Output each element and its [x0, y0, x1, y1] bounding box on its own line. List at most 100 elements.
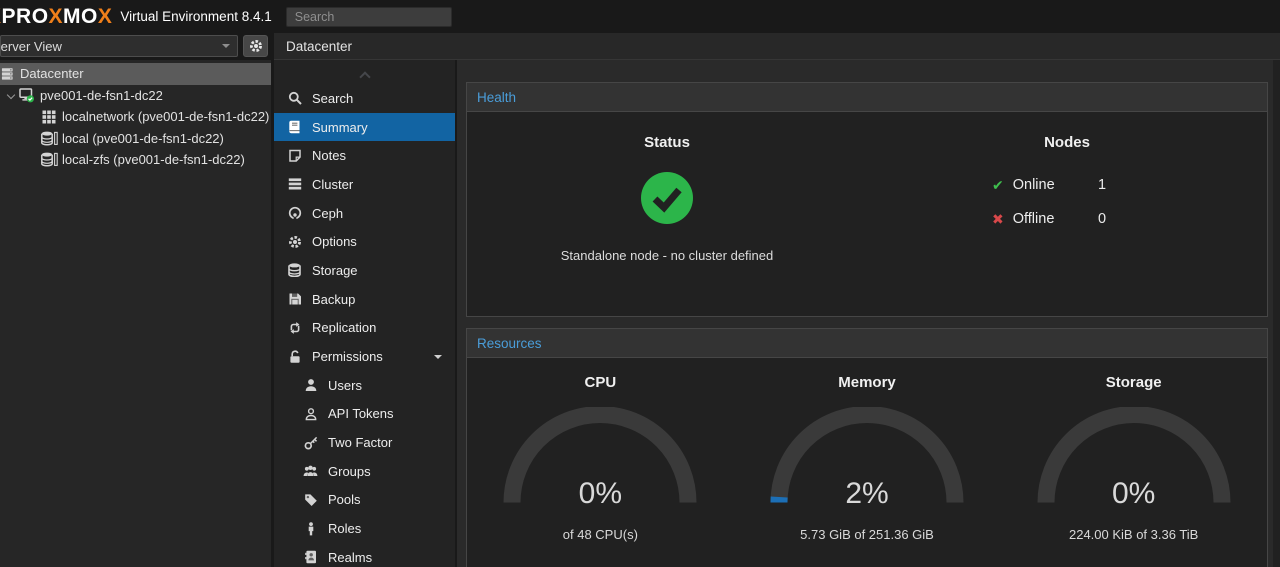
view-selector-dropdown[interactable]: Server View	[0, 35, 238, 57]
cpu-detail: of 48 CPU(s)	[467, 527, 734, 542]
cpu-gauge-column: CPU 0% of 48 CPU(s)	[467, 374, 734, 542]
tree-item-storage-local-zfs[interactable]: local-zfs (pve001-de-fsn1-dc22)	[0, 149, 271, 171]
page-title: Datacenter	[286, 39, 352, 54]
health-panel-title: Health	[477, 90, 516, 105]
menu-item-search[interactable]: Search	[274, 84, 455, 113]
top-bar: XPROXMOX Virtual Environment 8.4.1	[0, 0, 1280, 33]
user-icon	[303, 378, 318, 392]
storage-detail: 224.00 KiB of 3.36 TiB	[1000, 527, 1267, 542]
menu-item-ceph[interactable]: Ceph	[274, 199, 455, 228]
storage-database-icon	[40, 131, 58, 146]
tree-item-label: local-zfs (pve001-de-fsn1-dc22)	[62, 152, 245, 167]
tag-icon	[303, 493, 318, 507]
menu-item-replication[interactable]: Replication	[274, 314, 455, 343]
resources-panel-title: Resources	[477, 336, 542, 351]
resources-panel: Resources CPU 0% o	[466, 328, 1268, 567]
tree-item-storage-localnetwork[interactable]: localnetwork (pve001-de-fsn1-dc22)	[0, 106, 271, 128]
datacenter-server-icon	[0, 67, 16, 81]
cpu-heading: CPU	[467, 374, 734, 391]
floppy-icon	[287, 292, 302, 306]
cluster-icon	[287, 177, 302, 191]
search-icon	[287, 91, 302, 105]
network-grid-icon	[40, 110, 58, 124]
menu-item-realms[interactable]: Realms	[274, 543, 455, 567]
menu-item-groups[interactable]: Groups	[274, 457, 455, 486]
resource-tree-panel: Server View Datacenter	[0, 33, 271, 567]
nodes-offline-count: 0	[1098, 211, 1142, 227]
menu-item-summary[interactable]: Summary	[274, 113, 455, 142]
view-selector-value: Server View	[0, 39, 62, 54]
ceph-icon	[287, 206, 302, 220]
database-icon	[287, 263, 302, 277]
note-icon	[287, 149, 302, 163]
health-panel: Health Status Standalone node - no clust…	[466, 82, 1268, 317]
chevron-down-icon	[222, 44, 230, 52]
menu-item-storage[interactable]: Storage	[274, 256, 455, 285]
user-outline-icon	[303, 407, 318, 421]
key-icon	[303, 436, 318, 450]
tree-item-datacenter[interactable]: Datacenter	[0, 63, 271, 85]
global-search-input[interactable]	[286, 7, 452, 27]
menu-item-cluster[interactable]: Cluster	[274, 170, 455, 199]
tree-toolbar: Server View	[0, 33, 271, 60]
status-ok-icon	[641, 172, 693, 224]
tree-expander-icon[interactable]	[6, 90, 16, 100]
health-panel-header: Health	[467, 83, 1267, 112]
menu-item-permissions[interactable]: Permissions	[274, 342, 455, 371]
content-scrollbar[interactable]	[1273, 60, 1280, 567]
proxmox-logo: XPROXMOX	[0, 5, 112, 29]
cpu-percent: 0%	[500, 477, 700, 511]
menu-item-backup[interactable]: Backup	[274, 285, 455, 314]
menu-scroll-up[interactable]	[274, 66, 455, 84]
menu-item-users[interactable]: Users	[274, 371, 455, 400]
menu-item-api-tokens[interactable]: API Tokens	[274, 400, 455, 429]
resources-panel-header: Resources	[467, 329, 1267, 358]
tree-item-storage-local[interactable]: local (pve001-de-fsn1-dc22)	[0, 128, 271, 150]
cpu-gauge: 0%	[500, 407, 700, 511]
cross-icon: ✖	[992, 211, 1004, 228]
nodes-row-online: ✔Online 1	[992, 168, 1142, 202]
check-icon: ✔	[992, 177, 1004, 194]
node-online-icon	[18, 88, 36, 103]
sync-arrows-icon	[287, 321, 302, 335]
datacenter-menu: Search Summary Notes Cluster	[274, 60, 457, 567]
menu-item-pools[interactable]: Pools	[274, 486, 455, 515]
address-book-icon	[303, 550, 318, 564]
storage-gauge-column: Storage 0% 224.00 KiB of 3.36 TiB	[1000, 374, 1267, 542]
tree-item-label: Datacenter	[20, 66, 84, 81]
caret-down-icon	[434, 355, 442, 363]
memory-percent: 2%	[767, 477, 967, 511]
unlock-icon	[287, 350, 302, 364]
status-heading: Status	[467, 134, 867, 151]
version-subtitle: Virtual Environment 8.4.1	[120, 9, 271, 24]
content-header: Datacenter	[274, 33, 1280, 60]
nodes-heading: Nodes	[867, 134, 1267, 151]
content-area: Health Status Standalone node - no clust…	[457, 60, 1280, 567]
nodes-table: ✔Online 1 ✖Offline 0	[992, 168, 1142, 236]
status-message: Standalone node - no cluster defined	[467, 248, 867, 263]
group-icon	[303, 464, 318, 478]
menu-item-two-factor[interactable]: Two Factor	[274, 428, 455, 457]
book-icon	[287, 120, 302, 134]
health-status-column: Status Standalone node - no cluster defi…	[467, 134, 867, 316]
storage-gauge: 0%	[1034, 407, 1234, 511]
memory-gauge: 2%	[767, 407, 967, 511]
menu-item-notes[interactable]: Notes	[274, 141, 455, 170]
gear-icon	[249, 39, 263, 53]
tree-item-node-pve001[interactable]: pve001-de-fsn1-dc22	[0, 85, 271, 107]
storage-database-icon	[40, 152, 58, 167]
menu-item-roles[interactable]: Roles	[274, 514, 455, 543]
gear-icon	[287, 235, 302, 249]
resource-tree: Datacenter pve001-de-fsn1-dc22	[0, 60, 271, 567]
tree-item-label: localnetwork (pve001-de-fsn1-dc22)	[62, 109, 269, 124]
storage-heading: Storage	[1000, 374, 1267, 391]
chevron-up-icon	[359, 71, 370, 82]
memory-detail: 5.73 GiB of 251.36 GiB	[734, 527, 1001, 542]
menu-item-options[interactable]: Options	[274, 227, 455, 256]
nodes-online-count: 1	[1098, 177, 1142, 193]
tree-settings-button[interactable]	[243, 35, 268, 57]
tree-item-label: local (pve001-de-fsn1-dc22)	[62, 131, 224, 146]
storage-percent: 0%	[1034, 477, 1234, 511]
nodes-row-offline: ✖Offline 0	[992, 202, 1142, 236]
memory-gauge-column: Memory 2% 5.73 GiB of 251.36 GiB	[734, 374, 1001, 542]
